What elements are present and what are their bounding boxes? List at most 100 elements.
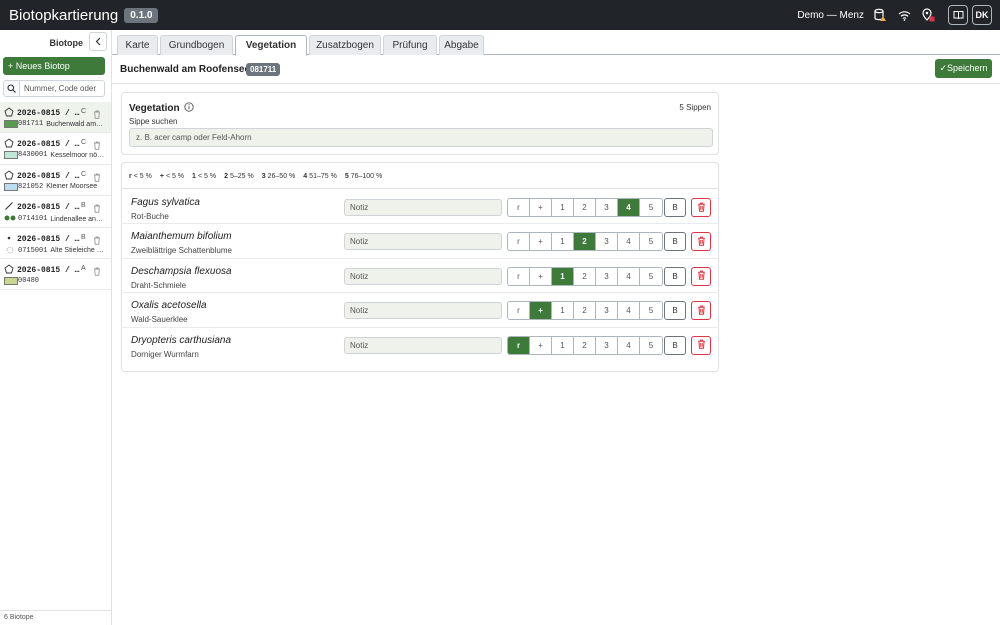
cover-option[interactable]: r — [508, 302, 530, 320]
biotop-number: 8430001 — [18, 151, 48, 160]
cover-option[interactable]: 3 — [596, 336, 618, 354]
species-common-name: Rot-Buche — [131, 212, 169, 221]
version-badge: 0.1.0 — [124, 7, 159, 23]
b-button[interactable]: B — [664, 335, 686, 355]
delete-species-button[interactable] — [691, 335, 711, 355]
book-button[interactable] — [948, 5, 968, 25]
cover-option[interactable]: r — [508, 267, 530, 285]
user-name[interactable]: Demo — Menz — [797, 10, 864, 21]
cover-option[interactable]: + — [530, 267, 552, 285]
cover-option[interactable]: 4 — [618, 336, 640, 354]
notiz-input[interactable] — [344, 199, 502, 216]
cover-option[interactable]: 3 — [596, 233, 618, 251]
delete-species-button[interactable] — [691, 198, 711, 217]
sippe-search-input[interactable] — [129, 128, 713, 147]
cover-option[interactable]: 5 — [640, 336, 662, 354]
cover-option[interactable]: 4 — [618, 199, 640, 216]
new-biotop-button[interactable]: + Neues Biotop — [3, 57, 105, 75]
b-button[interactable]: B — [664, 232, 686, 252]
cover-option[interactable]: 3 — [596, 199, 618, 216]
cover-option[interactable]: + — [530, 336, 552, 354]
cover-option[interactable]: 3 — [596, 267, 618, 285]
cover-option[interactable]: 5 — [640, 267, 662, 285]
legend-item: 5 76–100 % — [345, 173, 382, 180]
vegetation-title: Vegetation — [129, 102, 194, 115]
cover-option[interactable]: 1 — [552, 336, 574, 354]
sidebar-title: Biotope — [49, 38, 84, 48]
cover-option[interactable]: 3 — [596, 302, 618, 320]
point-symbol-icon — [4, 246, 18, 256]
cover-option[interactable]: 5 — [640, 199, 662, 216]
info-icon[interactable] — [183, 102, 194, 115]
cover-option[interactable]: 2 — [574, 302, 596, 320]
sidebar-search-input[interactable] — [20, 84, 104, 93]
cover-option[interactable]: + — [530, 199, 552, 216]
cover-option[interactable]: 4 — [618, 302, 640, 320]
biotop-item-details: 081711 Buchenwald am… — [4, 120, 108, 128]
notiz-input[interactable] — [344, 267, 502, 285]
avatar[interactable]: DK — [972, 5, 992, 25]
biotop-list-item[interactable]: 2026-0815 / … C 821052 Kleiner Moorsee — [0, 165, 111, 197]
tab-prfung[interactable]: Prüfung — [383, 35, 437, 55]
tab-zusatzbogen[interactable]: Zusatzbogen — [309, 35, 381, 55]
cover-option[interactable]: 1 — [552, 233, 574, 251]
cover-option[interactable]: 4 — [618, 267, 640, 285]
cover-option[interactable]: 5 — [640, 302, 662, 320]
cover-option[interactable]: 2 — [574, 233, 596, 251]
biotop-list-item[interactable]: 2026-0815 / … A 00480 — [0, 259, 111, 291]
b-button[interactable]: B — [664, 198, 686, 217]
cover-option[interactable]: + — [530, 302, 552, 320]
cover-option[interactable]: 4 — [618, 233, 640, 251]
cover-option[interactable]: r — [508, 233, 530, 251]
tab-abgabe[interactable]: Abgabe — [439, 35, 484, 55]
b-button[interactable]: B — [664, 301, 686, 321]
collapse-sidebar-button[interactable] — [89, 32, 107, 51]
species-scientific-name: Fagus sylvatica — [131, 197, 200, 208]
trash-icon — [697, 336, 706, 354]
save-button[interactable]: ✓Speichern — [935, 59, 992, 78]
cover-option[interactable]: + — [530, 233, 552, 251]
biotop-number: 821052 — [18, 182, 44, 191]
database-warning-icon[interactable] — [872, 7, 888, 23]
cover-option[interactable]: 1 — [552, 302, 574, 320]
sidebar: Biotope + Neues Biotop 2026-0815 / …C081… — [0, 30, 112, 625]
biotop-list-item[interactable]: 2026-0815 / … B 0715001 Alte Stieleiche … — [0, 228, 111, 259]
biotop-status-letter: A — [81, 264, 86, 272]
wifi-icon[interactable] — [896, 7, 912, 23]
cover-option[interactable]: 1 — [552, 199, 574, 216]
species-common-name: Draht-Schmiele — [131, 280, 187, 290]
biotop-list-item[interactable]: 2026-0815 / … C 8430001 Kesselmoor nö… — [0, 133, 111, 165]
legend-text: 26–50 % — [267, 173, 296, 180]
cover-option[interactable]: 1 — [552, 267, 574, 285]
sippe-search-label: Sippe suchen — [129, 117, 178, 126]
delete-species-button[interactable] — [691, 232, 711, 252]
biotop-list-item[interactable]: 2026-0815 / … B 0714101 Lindenallee an… — [0, 196, 111, 228]
legend-text: 76–100 % — [350, 173, 383, 180]
biotop-item-header: 2026-0815 / … — [4, 233, 79, 246]
b-button[interactable]: B — [664, 266, 686, 286]
cover-option[interactable]: 5 — [640, 233, 662, 251]
cover-option[interactable]: 2 — [574, 267, 596, 285]
biotop-status-letter: B — [81, 202, 86, 210]
notiz-input[interactable] — [344, 233, 502, 251]
cover-option[interactable]: r — [508, 336, 530, 354]
biotop-item-header: 2026-0815 / … — [4, 170, 79, 183]
biotop-list-item[interactable]: 2026-0815 / … C 081711 Buchenwald am… — [0, 102, 111, 134]
tab-vegetation[interactable]: Vegetation — [235, 35, 307, 56]
biotop-number: 0715001 — [18, 246, 48, 255]
biotop-name: Buchenwald am… — [46, 120, 104, 128]
tab-karte[interactable]: Karte — [117, 35, 158, 55]
cover-option[interactable]: r — [508, 199, 530, 216]
cover-option[interactable]: 2 — [574, 336, 596, 354]
polygon-geometry-icon — [4, 138, 14, 151]
legend-item: 3 26–50 % — [262, 173, 296, 180]
color-swatch — [4, 151, 18, 160]
gps-marker-icon[interactable] — [920, 7, 936, 23]
delete-species-button[interactable] — [691, 266, 711, 286]
polygon-geometry-icon — [4, 107, 14, 120]
delete-species-button[interactable] — [691, 301, 711, 321]
notiz-input[interactable] — [344, 302, 502, 320]
tab-grundbogen[interactable]: Grundbogen — [160, 35, 233, 55]
notiz-input[interactable] — [344, 336, 502, 354]
cover-option[interactable]: 2 — [574, 199, 596, 216]
